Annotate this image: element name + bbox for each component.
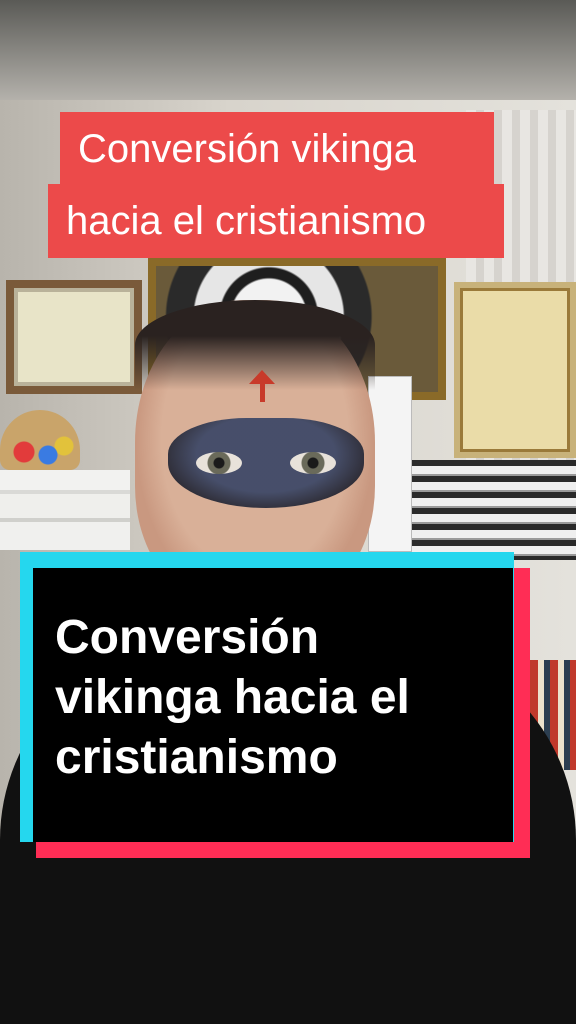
framed-document xyxy=(454,282,576,458)
framed-certificate xyxy=(6,280,142,394)
stacked-books-left xyxy=(0,470,130,550)
right-eye xyxy=(290,452,336,474)
tiwaz-rune-icon xyxy=(247,370,277,402)
paper-stack-right xyxy=(410,460,576,560)
title-line-1: Conversión xyxy=(55,611,320,664)
title-card: Conversión vikinga hacia el cristianismo xyxy=(20,552,532,858)
title-line-2: vikinga hacia el xyxy=(55,671,410,724)
top-caption: Conversión vikinga hacia el cristianismo xyxy=(48,112,504,258)
top-caption-line-2: hacia el cristianismo xyxy=(48,184,504,258)
top-caption-line-1: Conversión vikinga xyxy=(60,112,494,186)
ceiling xyxy=(0,0,576,110)
left-eye xyxy=(196,452,242,474)
title-card-panel: Conversión vikinga hacia el cristianismo xyxy=(33,568,513,842)
title-line-3: cristianismo xyxy=(55,731,338,784)
